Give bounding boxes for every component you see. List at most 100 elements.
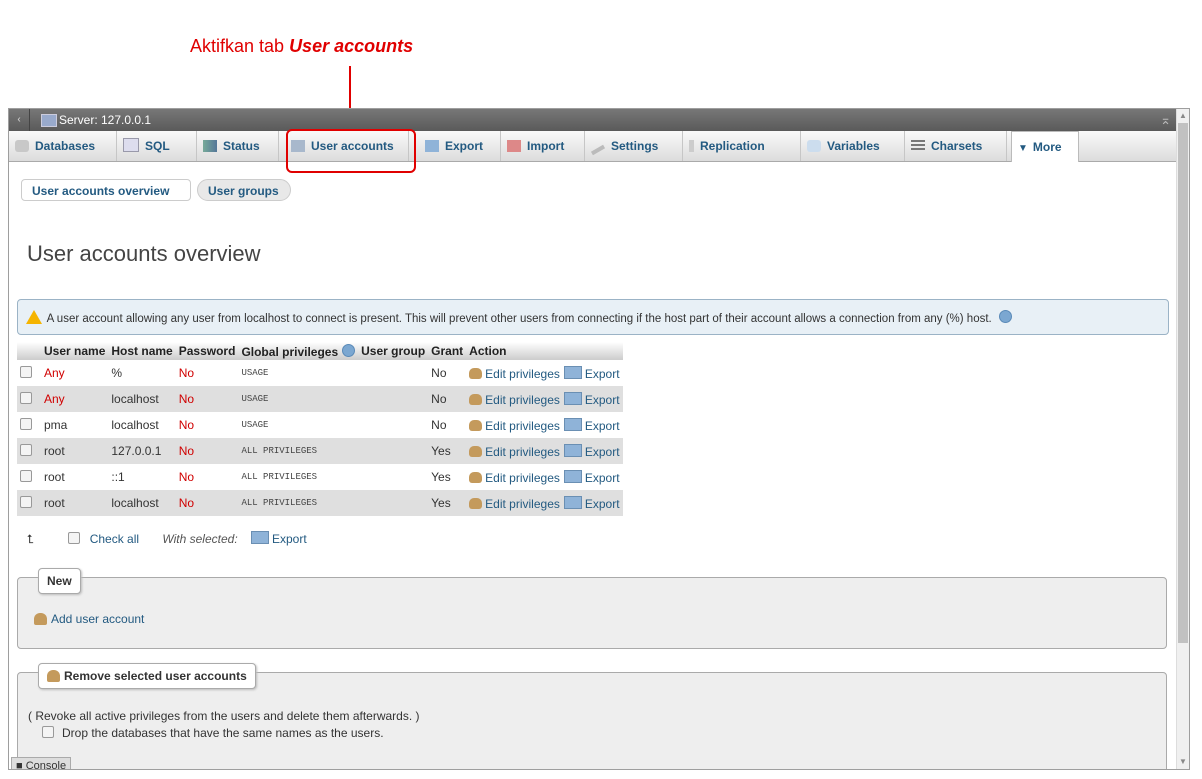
new-fieldset: New Add user account [17, 568, 1167, 649]
export-user-link[interactable]: Export [560, 365, 620, 381]
row-checkbox[interactable] [20, 444, 32, 456]
user-group-cell [358, 412, 429, 438]
grant-cell: No [428, 412, 467, 438]
export-icon [563, 391, 582, 405]
column-header[interactable]: User group [358, 342, 429, 360]
export-icon [563, 495, 582, 509]
help-icon[interactable] [342, 343, 356, 357]
export-user-link[interactable]: Export [560, 391, 620, 407]
column-header[interactable]: Grant [428, 342, 467, 360]
password-cell: No [175, 360, 239, 386]
tab-charsets[interactable]: Charsets [905, 131, 1007, 161]
column-header[interactable]: Password [175, 342, 239, 360]
tab-status[interactable]: Status [197, 131, 279, 161]
action-cell: Edit privileges Export [466, 360, 623, 386]
export-user-label: Export [584, 418, 620, 433]
export-user-link[interactable]: Export [560, 417, 620, 433]
tab-more[interactable]: ▼ More [1011, 131, 1079, 162]
wrench-icon [590, 144, 606, 156]
check-all-checkbox[interactable] [68, 532, 81, 544]
global-privileges-cell: ALL PRIVILEGES [238, 464, 359, 490]
edit-privileges-icon [469, 393, 483, 405]
tab-label: Variables [827, 139, 880, 153]
check-all-label[interactable]: Check all [90, 532, 139, 546]
export-user-label: Export [584, 392, 620, 407]
edit-privileges-icon [469, 367, 483, 379]
remove-user-icon [47, 670, 60, 682]
tab-label: Settings [611, 139, 659, 153]
edit-privileges-link[interactable]: Edit privileges [469, 497, 560, 511]
tab-label: Charsets [931, 139, 983, 153]
export-icon [563, 365, 582, 379]
scroll-up-icon[interactable]: ▲ [1178, 110, 1188, 122]
grant-cell: No [428, 360, 467, 386]
tab-label: SQL [145, 139, 170, 153]
edit-privileges-icon [469, 445, 483, 457]
user-name-cell: Any [41, 386, 109, 412]
grant-cell: No [428, 386, 467, 412]
tab-variables[interactable]: Variables [801, 131, 905, 161]
row-checkbox[interactable] [20, 392, 32, 404]
export-selected-button[interactable]: Export [247, 531, 307, 546]
row-checkbox[interactable] [20, 470, 32, 482]
user-name-cell: root [41, 464, 109, 490]
edit-privileges-label: Edit privileges [485, 366, 560, 381]
user-group-cell [358, 360, 429, 386]
host-name-cell: % [108, 360, 176, 386]
global-privileges-cell: USAGE [238, 412, 359, 438]
export-icon [563, 469, 582, 483]
tab-sql[interactable]: SQL [117, 131, 197, 161]
edit-privileges-link[interactable]: Edit privileges [469, 471, 560, 485]
column-header: Action [466, 342, 623, 360]
edit-privileges-icon [469, 419, 483, 431]
action-cell: Edit privileges Export [466, 464, 623, 490]
user-group-cell [358, 438, 429, 464]
password-cell: No [175, 490, 239, 516]
edit-privileges-link[interactable]: Edit privileges [469, 419, 560, 433]
drop-db-checkbox[interactable] [42, 726, 54, 738]
grant-cell: Yes [428, 438, 467, 464]
tab-replication[interactable]: Replication [683, 131, 801, 161]
vertical-scrollbar[interactable]: ▲ ▼ [1176, 109, 1189, 769]
edit-privileges-link[interactable]: Edit privileges [469, 367, 560, 381]
column-header[interactable]: Host name [108, 342, 176, 360]
scrollbar-thumb[interactable] [1178, 123, 1188, 643]
column-header[interactable]: User name [41, 342, 109, 360]
edit-privileges-label: Edit privileges [485, 496, 560, 511]
help-icon[interactable] [998, 310, 1012, 323]
annotation-highlight-box [286, 129, 416, 173]
drop-db-option: Drop the databases that have the same na… [42, 726, 384, 740]
export-user-link[interactable]: Export [560, 469, 620, 485]
subtab-user-accounts-overview[interactable]: User accounts overview [21, 179, 191, 201]
header-checkbox-cell [17, 342, 41, 360]
row-checkbox[interactable] [20, 366, 32, 378]
collapse-top-icon[interactable]: ⌅ [1160, 112, 1171, 128]
add-user-link[interactable]: Add user account [34, 612, 144, 626]
replication-icon [689, 140, 694, 152]
edit-privileges-link[interactable]: Edit privileges [469, 393, 560, 407]
annotation-prefix: Aktifkan tab [190, 36, 290, 56]
row-checkbox[interactable] [20, 496, 32, 508]
server-title[interactable]: Server: 127.0.0.1 [59, 113, 151, 127]
export-user-link[interactable]: Export [560, 495, 620, 511]
user-accounts-table: User name Host name Password Global priv… [17, 342, 623, 516]
subtab-user-groups[interactable]: User groups [197, 179, 291, 201]
collapse-nav-button[interactable]: ‹ [9, 109, 30, 131]
export-user-link[interactable]: Export [560, 443, 620, 459]
tab-settings[interactable]: Settings [585, 131, 683, 161]
edit-privileges-label: Edit privileges [485, 418, 560, 433]
tab-export[interactable]: Export [419, 131, 501, 161]
tab-databases[interactable]: Databases [9, 131, 117, 161]
scroll-down-icon[interactable]: ▼ [1178, 756, 1188, 768]
tab-import[interactable]: Import [501, 131, 585, 161]
edit-privileges-icon [469, 471, 483, 483]
column-header: Global privileges [238, 342, 359, 360]
export-icon [251, 531, 269, 544]
drop-db-label[interactable]: Drop the databases that have the same na… [62, 726, 384, 740]
row-checkbox-cell [17, 464, 41, 490]
export-user-label: Export [584, 366, 620, 381]
row-checkbox[interactable] [20, 418, 32, 430]
annotation-text: Aktifkan tab User accounts [190, 36, 413, 57]
edit-privileges-link[interactable]: Edit privileges [469, 445, 560, 459]
console-toggle[interactable]: ■ Console [11, 757, 72, 769]
